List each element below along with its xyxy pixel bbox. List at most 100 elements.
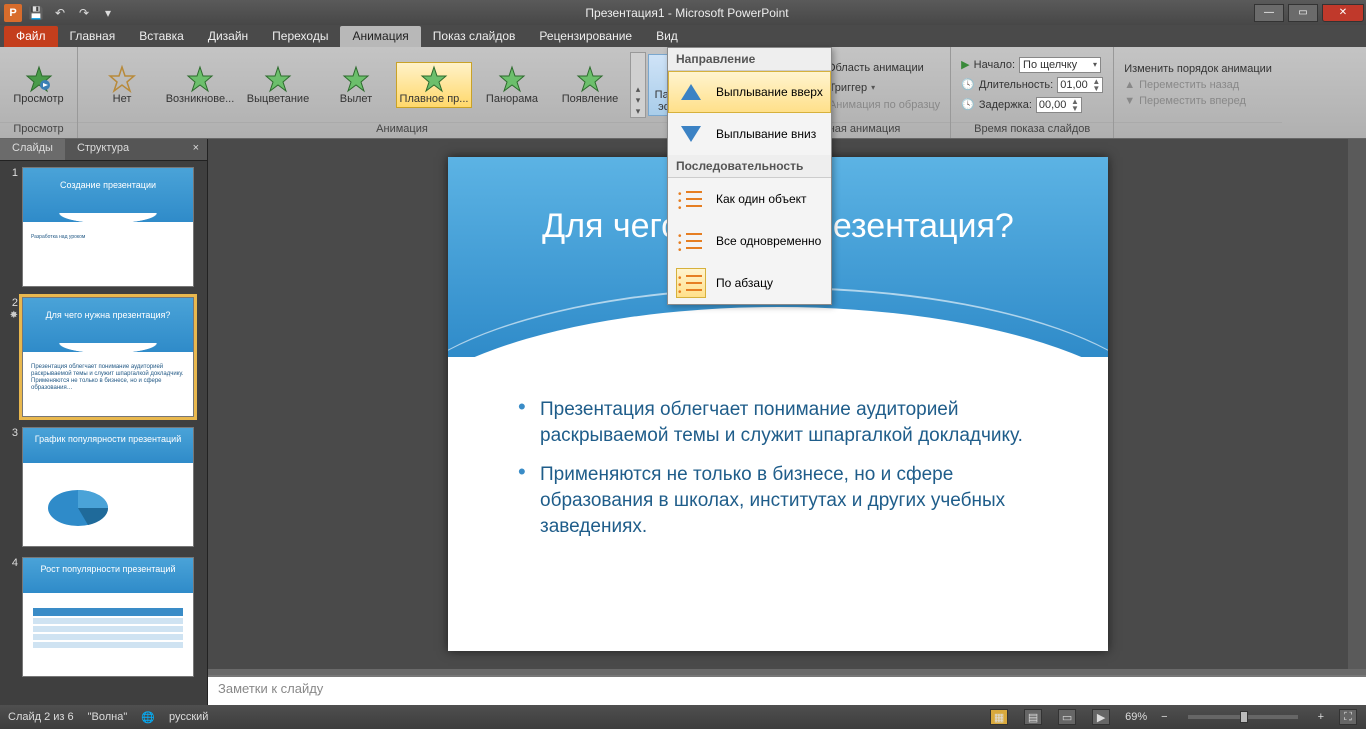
thumb-4[interactable]: 4 Рост популярности презентаций [4, 557, 203, 677]
menu-all-at-once[interactable]: Все одновременно [668, 220, 831, 262]
group-timing: ▶Начало:По щелчку▾ 🕓Длительность:01,00▲▼… [951, 47, 1114, 138]
effect-fade[interactable]: Выцветание [240, 62, 316, 108]
effect-appear2[interactable]: Появление [552, 62, 628, 108]
close-panel-icon[interactable]: × [185, 139, 207, 160]
ribbon-tabs: Файл Главная Вставка Дизайн Переходы Ани… [0, 25, 1366, 47]
fit-to-window-button[interactable]: ⛶ [1339, 709, 1357, 725]
slides-panel-tabs: Слайды Структура × [0, 139, 207, 161]
effect-panorama[interactable]: Панорама [474, 62, 550, 108]
effect-options-menu: Направление Выплывание вверх Выплывание … [667, 47, 832, 305]
tab-file[interactable]: Файл [4, 26, 58, 47]
tab-insert[interactable]: Вставка [127, 26, 196, 47]
duration-input[interactable]: 01,00▲▼ [1057, 77, 1103, 93]
group-preview: Просмотр Просмотр [0, 47, 78, 138]
app-icon[interactable]: P [4, 4, 22, 22]
star-icon [498, 65, 526, 93]
arrow-down-icon [676, 119, 706, 149]
clock-icon: 🕓 [961, 98, 975, 111]
status-slide: Слайд 2 из 6 [8, 711, 74, 723]
list-icon [676, 226, 706, 256]
view-sorter-button[interactable]: ▤ [1024, 709, 1042, 725]
menu-as-one[interactable]: Как один объект [668, 178, 831, 220]
preview-button[interactable]: Просмотр [6, 62, 71, 108]
tab-review[interactable]: Рецензирование [527, 26, 644, 47]
window-title: Презентация1 - Microsoft PowerPoint [122, 6, 1252, 20]
view-slideshow-button[interactable]: ▶ [1092, 709, 1110, 725]
delay-input[interactable]: 00,00▲▼ [1036, 97, 1082, 113]
menu-by-paragraph[interactable]: По абзацу [668, 262, 831, 304]
status-theme: "Волна" [88, 711, 128, 723]
list-icon [676, 184, 706, 214]
zoom-out-button[interactable]: − [1161, 711, 1167, 723]
tab-design[interactable]: Дизайн [196, 26, 260, 47]
group-preview-label: Просмотр [0, 122, 77, 138]
arrow-up-icon [676, 77, 706, 107]
star-icon [186, 65, 214, 93]
move-back-button[interactable]: ▲Переместить назад [1120, 78, 1276, 92]
effect-gallery-more[interactable]: ▴▾▾ [630, 52, 646, 118]
group-timing-label: Время показа слайдов [951, 122, 1113, 138]
list-icon [676, 268, 706, 298]
thumb-3[interactable]: 3 График популярности презентаций [4, 427, 203, 547]
effect-none[interactable]: Нет [84, 62, 160, 108]
effect-fly[interactable]: Вылет [318, 62, 394, 108]
save-icon[interactable]: 💾 [26, 3, 46, 23]
move-forward-button[interactable]: ▼Переместить вперед [1120, 94, 1276, 108]
view-reading-button[interactable]: ▭ [1058, 709, 1076, 725]
menu-header-sequence: Последовательность [668, 155, 831, 178]
status-language[interactable]: русский [169, 711, 208, 723]
tab-outline[interactable]: Структура [65, 139, 141, 160]
down-icon: ▼ [1124, 95, 1135, 107]
slide-body[interactable]: Презентация облегчает понимание аудитори… [518, 397, 1058, 553]
play-icon: ▶ [961, 58, 969, 71]
zoom-value[interactable]: 69% [1125, 711, 1147, 723]
start-row: ▶Начало:По щелчку▾ [957, 56, 1107, 74]
menu-header-direction: Направление [668, 48, 831, 71]
view-normal-button[interactable]: ▦ [990, 709, 1008, 725]
thumb-1[interactable]: 1 Создание презентацииРазработка над уро… [4, 167, 203, 287]
preview-star-icon [25, 65, 53, 93]
thumbnails: 1 Создание презентацииРазработка над уро… [0, 161, 207, 705]
zoom-slider[interactable] [1188, 715, 1298, 719]
delay-row: 🕓Задержка:00,00▲▼ [957, 96, 1107, 114]
anim-indicator-icon: ✸ [10, 310, 18, 321]
vertical-scrollbar[interactable] [1348, 139, 1366, 669]
start-combo[interactable]: По щелчку▾ [1019, 57, 1101, 73]
qat-more-icon[interactable]: ▾ [98, 3, 118, 23]
effect-float[interactable]: Плавное пр... [396, 62, 472, 108]
tab-transitions[interactable]: Переходы [260, 26, 340, 47]
redo-icon[interactable]: ↷ [74, 3, 94, 23]
group-animation: Нет Возникнове... Выцветание Вылет Плавн… [78, 47, 727, 138]
quick-access-toolbar: P 💾 ↶ ↷ ▾ [0, 3, 122, 23]
menu-float-up[interactable]: Выплывание вверх [668, 71, 831, 113]
star-icon [420, 65, 448, 93]
tab-slideshow[interactable]: Показ слайдов [421, 26, 528, 47]
minimize-button[interactable]: — [1254, 4, 1284, 22]
tab-slides-thumb[interactable]: Слайды [0, 139, 65, 160]
star-icon [576, 65, 604, 93]
up-icon: ▲ [1124, 79, 1135, 91]
bullet-2: Применяются не только в бизнесе, но и сф… [518, 462, 1058, 539]
maximize-button[interactable]: ▭ [1288, 4, 1318, 22]
bullet-1: Презентация облегчает понимание аудитори… [518, 397, 1058, 448]
star-icon [342, 65, 370, 93]
close-button[interactable]: ✕ [1322, 4, 1364, 22]
window-controls: — ▭ ✕ [1252, 4, 1366, 22]
tab-view[interactable]: Вид [644, 26, 690, 47]
status-bar: Слайд 2 из 6 "Волна" 🌐 русский ▦ ▤ ▭ ▶ 6… [0, 705, 1366, 729]
undo-icon[interactable]: ↶ [50, 3, 70, 23]
zoom-in-button[interactable]: + [1318, 711, 1324, 723]
group-reorder: Изменить порядок анимации ▲Переместить н… [1114, 47, 1282, 138]
effect-appear[interactable]: Возникнове... [162, 62, 238, 108]
tab-animation[interactable]: Анимация [340, 26, 420, 47]
clock-icon: 🕓 [961, 78, 975, 91]
pie-chart-icon [43, 480, 113, 530]
title-bar: P 💾 ↶ ↷ ▾ Презентация1 - Microsoft Power… [0, 0, 1366, 25]
preview-label: Просмотр [13, 93, 63, 105]
notes-pane[interactable]: Заметки к слайду [208, 675, 1366, 705]
tab-home[interactable]: Главная [58, 26, 128, 47]
star-none-icon [108, 65, 136, 93]
thumb-2[interactable]: 2✸ Для чего нужна презентация?Презентаци… [4, 297, 203, 417]
menu-float-down[interactable]: Выплывание вниз [668, 113, 831, 155]
group-animation-label: Анимация [78, 122, 726, 138]
